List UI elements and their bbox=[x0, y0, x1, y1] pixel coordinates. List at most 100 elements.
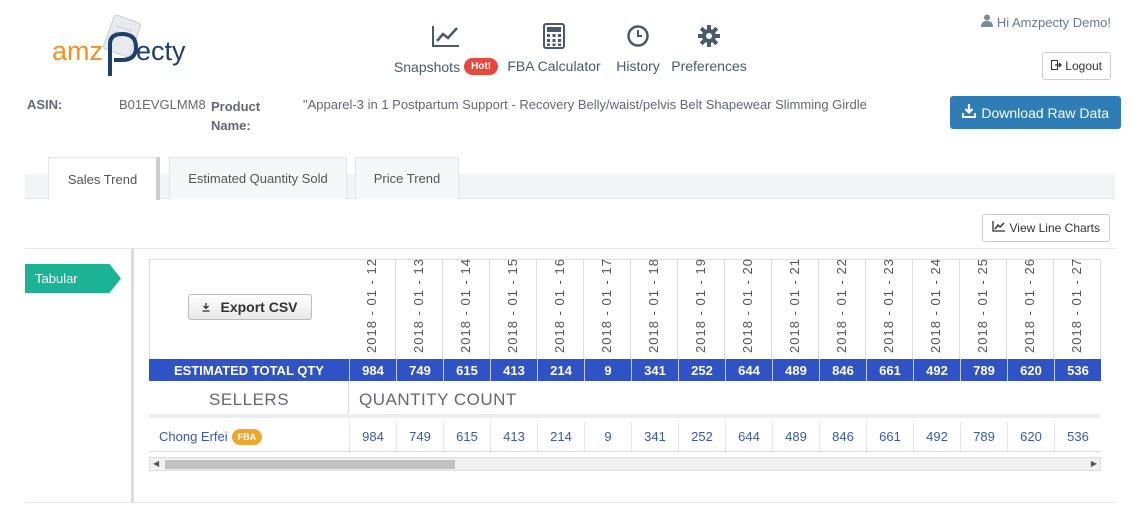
clock-icon bbox=[626, 20, 650, 52]
total-cell: 341 bbox=[631, 359, 678, 381]
export-csv-label: Export CSV bbox=[220, 299, 298, 315]
date-label: 2018 - 01 - 22 bbox=[834, 258, 849, 353]
quantity-cell: 252 bbox=[678, 422, 725, 451]
quantity-cell: 9 bbox=[584, 422, 631, 451]
date-label: 2018 - 01 - 13 bbox=[411, 258, 426, 353]
logo-text-ecty: ecty bbox=[136, 36, 186, 66]
nav-snapshots[interactable]: Snapshots Hot! bbox=[392, 20, 500, 75]
gear-icon bbox=[697, 20, 721, 52]
nav-history-label: History bbox=[616, 58, 660, 74]
date-label: 2018 - 01 - 18 bbox=[646, 258, 661, 353]
nav-preferences[interactable]: Preferences bbox=[668, 20, 750, 75]
quantity-cell: 341 bbox=[631, 422, 678, 451]
sellers-label: SELLERS bbox=[209, 390, 290, 409]
total-cell: 492 bbox=[913, 359, 960, 381]
product-name-value: "Apparel-3 in 1 Postpartum Support - Rec… bbox=[303, 97, 867, 112]
date-column-header: 2018 - 01 - 19 bbox=[678, 258, 725, 359]
date-label: 2018 - 01 - 26 bbox=[1022, 258, 1037, 353]
quantity-cell: 789 bbox=[960, 422, 1007, 451]
quantity-cell: 749 bbox=[396, 422, 443, 451]
tab-estimated-quantity-sold[interactable]: Estimated Quantity Sold bbox=[169, 157, 347, 199]
export-csv-button[interactable]: Export CSV bbox=[188, 294, 312, 320]
nav-history[interactable]: History bbox=[608, 20, 668, 75]
total-cell: 789 bbox=[960, 359, 1007, 381]
quantity-cell: 413 bbox=[490, 422, 537, 451]
quantity-cell: 214 bbox=[537, 422, 584, 451]
total-cell: 644 bbox=[725, 359, 772, 381]
nav-fba-calculator-label: FBA Calculator bbox=[507, 58, 601, 74]
date-column-header: 2018 - 01 - 24 bbox=[913, 258, 960, 359]
horizontal-scrollbar[interactable]: ◀ ▶ bbox=[149, 457, 1101, 471]
quantity-count-label: QUANTITY COUNT bbox=[359, 390, 517, 409]
date-label: 2018 - 01 - 17 bbox=[599, 258, 614, 353]
hot-badge: Hot! bbox=[464, 58, 499, 75]
table-row: Chong Erfei FBA 984 749 615 413 214 9 341 252 64… bbox=[149, 422, 1101, 452]
date-label: 2018 - 01 - 12 bbox=[364, 258, 379, 353]
date-column-header: 2018 - 01 - 21 bbox=[772, 258, 819, 359]
seller-name[interactable]: Chong Erfei FBA bbox=[159, 422, 263, 451]
product-name-label: Product Name: bbox=[211, 99, 261, 133]
date-column-header: 2018 - 01 - 18 bbox=[631, 258, 678, 359]
date-label: 2018 - 01 - 16 bbox=[552, 258, 567, 353]
sign-out-icon bbox=[1051, 59, 1063, 73]
total-label: ESTIMATED TOTAL QTY bbox=[174, 362, 324, 378]
date-label: 2018 - 01 - 25 bbox=[975, 258, 990, 353]
quantity-cell: 489 bbox=[772, 422, 819, 451]
date-column-header: 2018 - 01 - 27 bbox=[1054, 258, 1101, 359]
logout-button[interactable]: Logout bbox=[1042, 52, 1111, 80]
export-cell: Export CSV bbox=[149, 259, 349, 359]
total-cell: 620 bbox=[1007, 359, 1054, 381]
date-label: 2018 - 01 - 21 bbox=[787, 258, 802, 353]
date-label: 2018 - 01 - 24 bbox=[928, 258, 943, 353]
quantity-cell: 620 bbox=[1007, 422, 1054, 451]
line-chart-icon bbox=[991, 221, 1006, 235]
total-cell: 661 bbox=[866, 359, 913, 381]
amzpecty-logo[interactable]: amz ecty bbox=[50, 14, 210, 84]
user-greeting-text: Hi Amzpecty Demo! bbox=[996, 14, 1111, 30]
quantity-cell: 846 bbox=[819, 422, 866, 451]
user-icon bbox=[980, 14, 993, 30]
tab-price-trend[interactable]: Price Trend bbox=[355, 157, 459, 199]
divider bbox=[25, 248, 1115, 249]
date-label: 2018 - 01 - 23 bbox=[881, 258, 896, 353]
side-rail bbox=[131, 248, 134, 502]
download-icon bbox=[962, 104, 977, 121]
total-cell: 214 bbox=[537, 359, 584, 381]
logo-text-amz: amz bbox=[52, 36, 103, 66]
quantity-cell: 984 bbox=[349, 422, 396, 451]
view-line-charts-button[interactable]: View Line Charts bbox=[981, 214, 1110, 242]
quantity-cell: 536 bbox=[1054, 422, 1101, 451]
scroll-thumb[interactable] bbox=[165, 460, 455, 469]
tabular-tab[interactable]: Tabular bbox=[25, 264, 121, 293]
tab-sales-trend[interactable]: Sales Trend bbox=[48, 157, 160, 200]
total-cell: 252 bbox=[678, 359, 725, 381]
date-column-header: 2018 - 01 - 17 bbox=[584, 258, 631, 359]
total-cell: 489 bbox=[772, 359, 819, 381]
date-column-header: 2018 - 01 - 16 bbox=[537, 258, 584, 359]
divider bbox=[25, 502, 1115, 503]
asin-label: ASIN: bbox=[27, 97, 63, 112]
date-column-header: 2018 - 01 - 15 bbox=[490, 258, 537, 359]
total-cell: 413 bbox=[490, 359, 537, 381]
total-cell: 984 bbox=[349, 359, 396, 381]
total-row: ESTIMATED TOTAL QTY 984 749 615 413 214 9 341 2… bbox=[149, 359, 1101, 381]
user-greeting[interactable]: Hi Amzpecty Demo! bbox=[980, 14, 1111, 30]
nav-fba-calculator[interactable]: FBA Calculator bbox=[500, 20, 608, 75]
date-column-header: 2018 - 01 - 23 bbox=[866, 258, 913, 359]
quantity-cell: 492 bbox=[913, 422, 960, 451]
date-label: 2018 - 01 - 27 bbox=[1069, 258, 1084, 353]
quantity-cell: 661 bbox=[866, 422, 913, 451]
nav-snapshots-label: Snapshots bbox=[393, 58, 461, 75]
total-cell: 615 bbox=[443, 359, 490, 381]
date-label: 2018 - 01 - 14 bbox=[458, 258, 473, 353]
total-cell: 9 bbox=[584, 359, 631, 381]
logout-label: Logout bbox=[1065, 59, 1102, 73]
download-raw-data-button[interactable]: Download Raw Data bbox=[950, 96, 1121, 129]
quantity-cell: 644 bbox=[725, 422, 772, 451]
seller-name-text: Chong Erfei bbox=[159, 429, 228, 444]
date-column-header: 2018 - 01 - 20 bbox=[725, 258, 772, 359]
scroll-right-icon[interactable]: ▶ bbox=[1091, 459, 1097, 468]
total-cell: 749 bbox=[396, 359, 443, 381]
scroll-left-icon[interactable]: ◀ bbox=[153, 459, 159, 468]
view-line-charts-label: View Line Charts bbox=[1009, 221, 1101, 235]
